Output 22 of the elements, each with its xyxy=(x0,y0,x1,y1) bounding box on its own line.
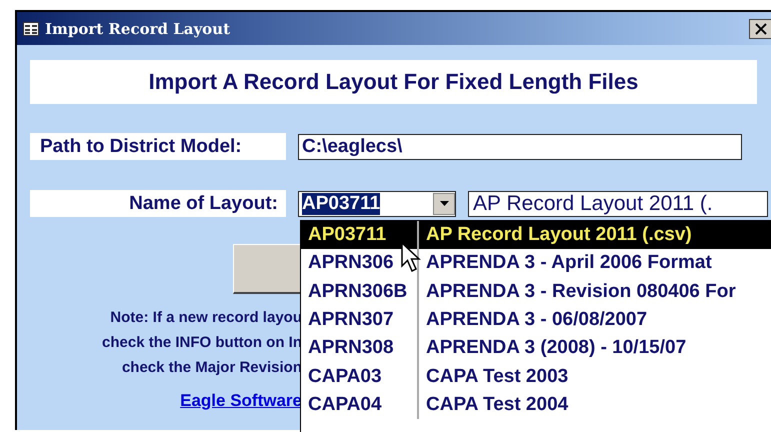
dropdown-item[interactable]: CAPA04 CAPA Test 2004 xyxy=(301,390,771,420)
dropdown-button[interactable] xyxy=(433,192,455,214)
close-icon xyxy=(754,22,766,34)
path-field[interactable]: C:\eaglecs\ xyxy=(298,134,742,160)
caret-icon xyxy=(440,201,448,206)
note-text: Note: If a new record layou xyxy=(110,308,302,328)
dropdown-item[interactable]: AP03711 AP Record Layout 2011 (.csv) xyxy=(301,221,771,250)
form-heading: Import A Record Layout For Fixed Length Files xyxy=(30,60,757,104)
close-button[interactable] xyxy=(749,18,771,38)
dropdown-item[interactable]: APRN307 APRENDA 3 - 06/08/2007 xyxy=(301,306,771,334)
dropdown-item[interactable]: APRN306B APRENDA 3 - Revision 080406 For xyxy=(301,278,771,306)
form-icon xyxy=(23,22,39,36)
layout-combo[interactable]: AP03711 xyxy=(298,190,456,216)
dropdown-item[interactable]: APRN308 APRENDA 3 (2008) - 10/15/07 xyxy=(301,334,771,362)
path-label: Path to District Model: xyxy=(30,133,286,160)
description-field: AP Record Layout 2011 (. xyxy=(468,190,768,216)
dropdown-item[interactable]: CAPA03 CAPA Test 2003 xyxy=(301,362,771,391)
note-text: check the Major Revision xyxy=(122,358,302,378)
window-title: Import Record Layout xyxy=(45,20,232,38)
layout-label: Name of Layout: xyxy=(30,190,286,217)
link[interactable]: Eagle Software xyxy=(180,391,302,411)
cursor-icon xyxy=(401,242,423,274)
